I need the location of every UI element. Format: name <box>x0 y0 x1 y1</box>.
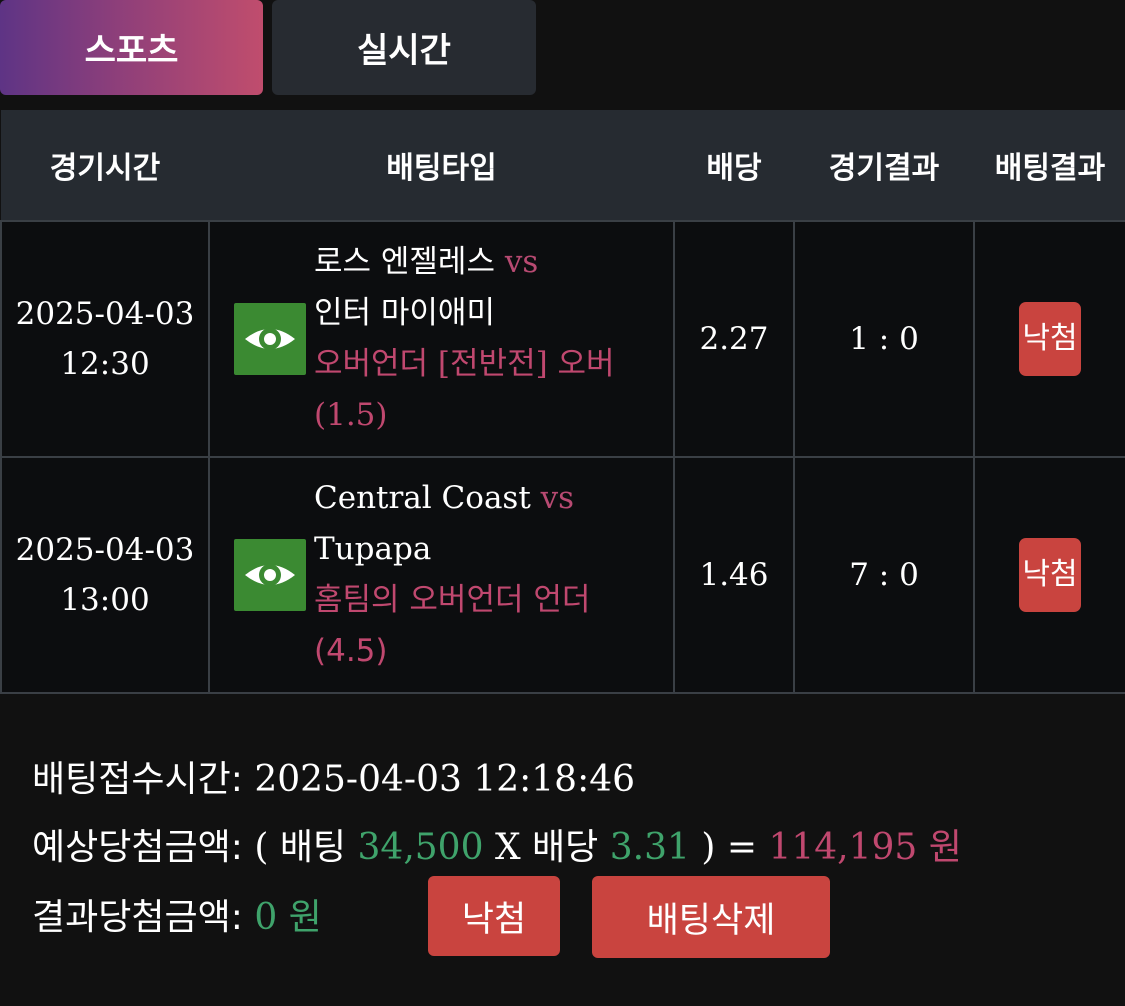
odds-word: 배당 <box>532 827 599 868</box>
table-row: 2025-04-03 12:30 로스 엔젤레스 vs 인터 마이애미 오버언더… <box>0 220 1125 458</box>
eye-icon[interactable] <box>234 539 306 611</box>
expected-close: ) = <box>701 827 757 868</box>
away-team: Tupapa <box>314 531 432 567</box>
match-time-cell: 2025-04-03 12:30 <box>0 220 210 458</box>
vs-label: vs <box>540 480 575 516</box>
odds-cell: 2.27 <box>673 220 795 458</box>
match-time: 13:00 <box>60 582 150 618</box>
total-odds: 3.31 <box>609 827 690 868</box>
home-team: 로스 엔젤레스 <box>314 244 495 280</box>
bet-time-line: 배팅접수시간: 2025-04-03 12:18:46 <box>32 750 635 802</box>
expected-label: 예상당첨금액: <box>32 827 243 868</box>
match-time-cell: 2025-04-03 13:00 <box>0 456 210 694</box>
bet-kind: 오버언더 [전반전] 오버 (1.5) <box>314 346 615 433</box>
match-date: 2025-04-03 <box>15 296 195 332</box>
expected-amount: 114,195 원 <box>768 827 962 868</box>
times-sign: X <box>494 827 521 868</box>
result-badge[interactable]: 낙첨 <box>1019 302 1081 376</box>
bet-type-cell: 로스 엔젤레스 vs 인터 마이애미 오버언더 [전반전] 오버 (1.5) <box>208 220 675 458</box>
score-cell: 7 : 0 <box>793 456 975 694</box>
table-header-row: 경기시간 배팅타입 배당 경기결과 배팅결과 <box>1 110 1125 221</box>
table-row: 2025-04-03 13:00 Central Coast vs Tupapa… <box>0 456 1125 694</box>
home-team: Central Coast <box>314 480 531 516</box>
expected-win-line: 예상당첨금액: ( 배팅 34,500 X 배당 3.31 ) = 114,19… <box>32 818 962 870</box>
result-label: 결과당첨금액: <box>32 897 243 938</box>
header-odds: 배당 <box>674 110 794 221</box>
score-cell: 1 : 0 <box>793 220 975 458</box>
header-match-result: 경기결과 <box>794 110 974 221</box>
bet-amount: 34,500 <box>357 827 484 868</box>
header-bet-result: 배팅결과 <box>974 110 1125 221</box>
match-time: 12:30 <box>60 346 150 382</box>
bet-result-cell: 낙첨 <box>973 456 1125 694</box>
category-tabs: 스포츠 실시간 <box>0 0 1125 95</box>
bet-history-table: 경기시간 배팅타입 배당 경기결과 배팅결과 2025-04-03 12:30 <box>0 110 1125 694</box>
result-win-line: 결과당첨금액: 0 원 <box>32 888 322 940</box>
result-button[interactable]: 낙첨 <box>428 876 560 956</box>
tab-sports[interactable]: 스포츠 <box>0 0 263 95</box>
bet-time-label: 배팅접수시간: <box>32 759 243 800</box>
match-date: 2025-04-03 <box>15 532 195 568</box>
result-amount: 0 원 <box>254 897 322 938</box>
header-time: 경기시간 <box>1 110 209 221</box>
eye-icon[interactable] <box>234 303 306 375</box>
bet-type-cell: Central Coast vs Tupapa 홈팀의 오버언더 언더 (4.5… <box>208 456 675 694</box>
away-team: 인터 마이애미 <box>314 295 495 331</box>
bet-kind: 홈팀의 오버언더 언더 (4.5) <box>314 582 591 669</box>
tab-live[interactable]: 실시간 <box>272 0 536 95</box>
vs-label: vs <box>504 244 539 280</box>
delete-bet-button[interactable]: 배팅삭제 <box>592 876 830 958</box>
expected-open: ( <box>254 827 269 868</box>
bet-result-cell: 낙첨 <box>973 220 1125 458</box>
bet-time-value: 2025-04-03 12:18:46 <box>254 759 636 800</box>
header-bet-type: 배팅타입 <box>209 110 674 221</box>
bet-word: 배팅 <box>279 827 347 868</box>
result-badge[interactable]: 낙첨 <box>1019 538 1081 612</box>
odds-cell: 1.46 <box>673 456 795 694</box>
